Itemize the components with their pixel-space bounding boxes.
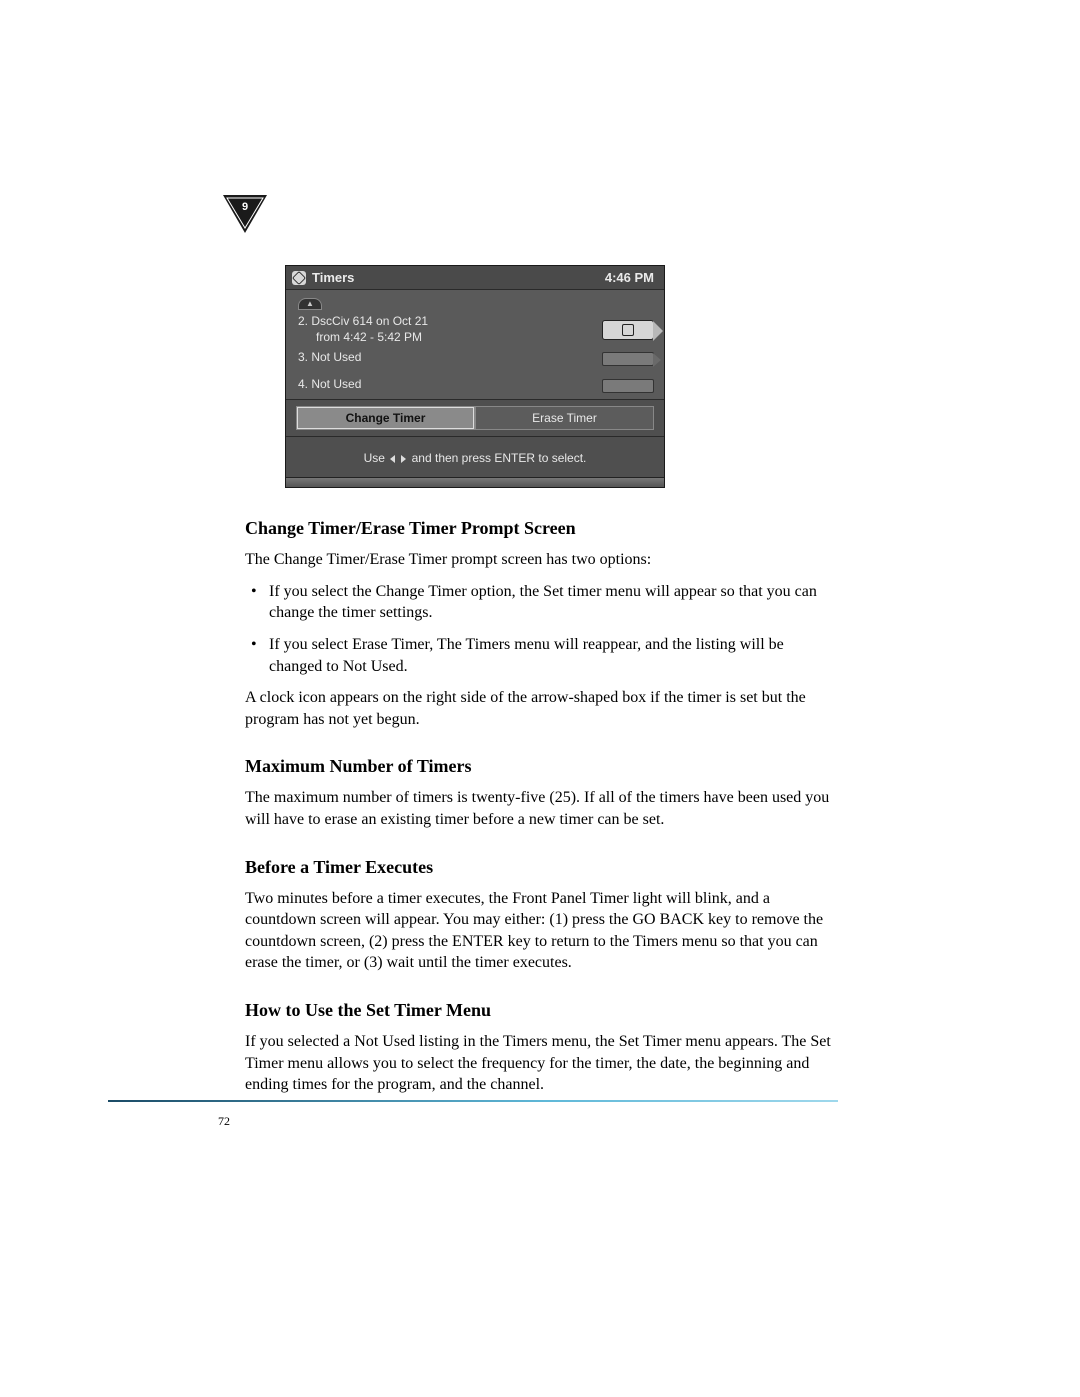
section-heading: How to Use the Set Timer Menu — [245, 1000, 835, 1021]
scroll-up-icon[interactable]: ▲ — [298, 298, 322, 310]
page-number: 72 — [218, 1114, 230, 1129]
erase-timer-button[interactable]: Erase Timer — [475, 406, 654, 430]
body-paragraph: The maximum number of timers is twenty-f… — [245, 787, 835, 830]
clock-time: 4:46 PM — [605, 270, 654, 285]
change-timer-button[interactable]: Change Timer — [296, 406, 475, 430]
timer-row-line1: 2. DscCiv 614 on Oct 21 — [298, 314, 428, 330]
timer-indicator[interactable] — [602, 352, 654, 366]
timer-indicator[interactable] — [602, 320, 654, 340]
timer-row-line1[interactable]: 4. Not Used — [298, 377, 361, 393]
clock-icon — [622, 324, 634, 336]
body-paragraph: Two minutes before a timer executes, the… — [245, 888, 835, 974]
clock-icon — [292, 271, 306, 285]
body-paragraph: A clock icon appears on the right side o… — [245, 687, 835, 730]
chapter-number: 9 — [223, 201, 267, 213]
timer-row-line2: from 4:42 - 5:42 PM — [298, 330, 428, 346]
body-paragraph: The Change Timer/Erase Timer prompt scre… — [245, 549, 835, 571]
left-right-arrows-icon — [390, 453, 406, 465]
timer-indicator[interactable] — [602, 379, 654, 393]
section-heading: Maximum Number of Timers — [245, 756, 835, 777]
footer-rule — [108, 1100, 838, 1102]
section-heading: Before a Timer Executes — [245, 857, 835, 878]
chapter-marker: 9 — [223, 195, 267, 233]
window-title: Timers — [312, 270, 354, 285]
section-heading: Change Timer/Erase Timer Prompt Screen — [245, 518, 835, 539]
timer-row-line1[interactable]: 3. Not Used — [298, 350, 361, 366]
timer-row: 2. DscCiv 614 on Oct 21 from 4:42 - 5:42… — [298, 312, 654, 347]
bullet-item: If you select Erase Timer, The Timers me… — [245, 634, 835, 677]
timer-row: 4. Not Used — [298, 374, 654, 395]
body-paragraph: If you selected a Not Used listing in th… — [245, 1031, 835, 1096]
embedded-screenshot: Timers 4:46 PM ▲ 2. DscCiv 614 on Oct 21… — [285, 265, 665, 488]
bullet-item: If you select the Change Timer option, t… — [245, 581, 835, 624]
hint-text: Use and then press ENTER to select. — [286, 437, 664, 477]
timer-row: 3. Not Used — [298, 347, 654, 368]
decorative-strip — [286, 477, 664, 487]
